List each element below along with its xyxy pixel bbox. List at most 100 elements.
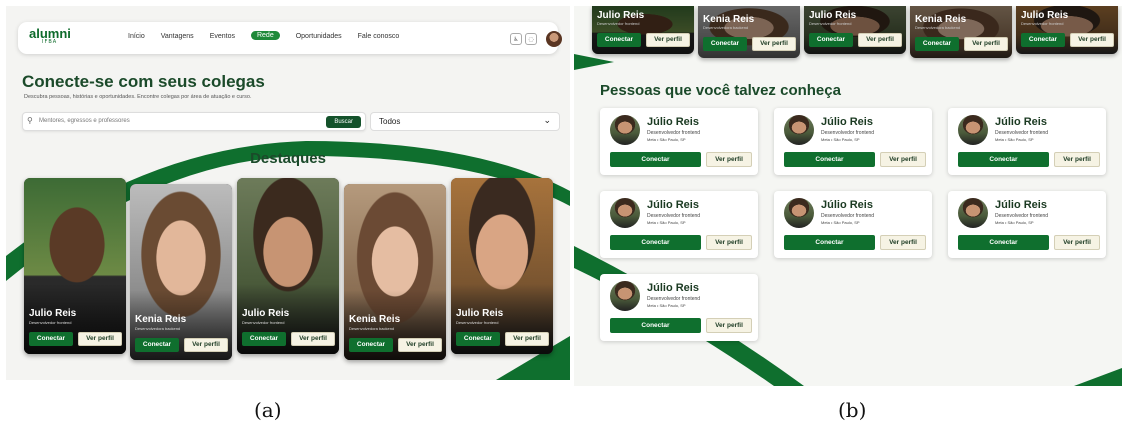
person-role: Desenvolvedor frontend [647, 296, 701, 302]
header-actions: ♿ ◌ [510, 31, 562, 47]
nav-item[interactable]: Fale conosco [358, 33, 400, 40]
person-name: Julio Reis [809, 10, 857, 21]
connect-button[interactable]: Conectar [809, 33, 853, 47]
person-role: Desenvolvedor frontend [995, 213, 1049, 219]
caption-b: (b) [838, 398, 867, 422]
connect-button[interactable]: Conectar [958, 235, 1049, 250]
page-subtitle: Descubra pessoas, histórias e oportunida… [24, 94, 252, 100]
view-profile-button[interactable]: Ver perfil [398, 338, 442, 352]
connect-button[interactable]: Conectar [784, 152, 875, 167]
person-card: Júlio Reis Desenvolvedor frontend Meta •… [774, 108, 932, 175]
connect-button[interactable]: Conectar [703, 37, 747, 51]
connect-button[interactable]: Conectar [610, 152, 701, 167]
highlight-card: Julio Reis Desenvolvedor frontend Conect… [237, 178, 339, 354]
view-profile-button[interactable]: Ver perfil [646, 33, 690, 47]
view-profile-button[interactable]: Ver perfil [291, 332, 335, 346]
person-location: Meta • São Paulo, SP [995, 137, 1034, 142]
highlight-card: Julio Reis Desenvolvedor frontend Conect… [592, 6, 694, 54]
person-role: Desenvolvedor frontend [242, 320, 285, 325]
highlight-card: Kenia Reis Desenvolvedora backend Conect… [910, 6, 1012, 58]
screenshot-network-page: alumni IFBA Início Vantagens Eventos Rede Op… [6, 6, 570, 380]
filter-select[interactable]: Todos ⌄ [370, 112, 560, 131]
person-name: Julio Reis [597, 10, 645, 21]
connect-button[interactable]: Conectar [784, 235, 875, 250]
person-location: Meta • São Paulo, SP [647, 137, 686, 142]
search-input[interactable]: Mentores, egressos e professores [39, 118, 130, 124]
highlights-title: Destaques [250, 150, 326, 167]
nav-item[interactable]: Eventos [210, 33, 235, 40]
person-role: Desenvolvedor frontend [597, 21, 640, 26]
alumni-logo[interactable]: alumni IFBA [29, 27, 71, 45]
highlight-card: Kenia Reis Desenvolvedora backend Conect… [344, 184, 446, 360]
connect-button[interactable]: Conectar [597, 33, 641, 47]
notification-icon[interactable]: ◌ [525, 33, 537, 45]
person-name: Kenia Reis [349, 314, 401, 325]
person-name: Júlio Reis [647, 199, 699, 211]
view-profile-button[interactable]: Ver perfil [78, 332, 122, 346]
highlight-card: Kenia Reis Desenvolvedora backend Conect… [698, 6, 800, 58]
person-location: Meta • São Paulo, SP [647, 220, 686, 225]
connect-button[interactable]: Conectar [29, 332, 73, 346]
connect-button[interactable]: Conectar [915, 37, 959, 51]
connect-button[interactable]: Conectar [1021, 33, 1065, 47]
avatar [958, 198, 988, 228]
search-icon: ⚲ [27, 116, 33, 125]
view-profile-button[interactable]: Ver perfil [964, 37, 1008, 51]
view-profile-button[interactable]: Ver perfil [706, 152, 752, 167]
screenshot-suggestions-page: Julio Reis Desenvolvedor frontend Conect… [574, 6, 1122, 386]
user-avatar[interactable] [546, 31, 562, 47]
person-role: Desenvolvedor frontend [1021, 21, 1064, 26]
person-location: Meta • São Paulo, SP [647, 303, 686, 308]
main-nav: Início Vantagens Eventos Rede Oportunidades F… [128, 31, 400, 40]
connect-button[interactable]: Conectar [610, 235, 701, 250]
view-profile-button[interactable]: Ver perfil [1054, 152, 1100, 167]
connect-button[interactable]: Conectar [456, 332, 500, 346]
view-profile-button[interactable]: Ver perfil [858, 33, 902, 47]
person-name: Julio Reis [1021, 10, 1069, 21]
nav-item[interactable]: Rede [250, 31, 280, 40]
search-bar: ⚲ Mentores, egressos e professores Busca… [22, 112, 366, 131]
view-profile-button[interactable]: Ver perfil [1070, 33, 1114, 47]
view-profile-button[interactable]: Ver perfil [184, 338, 228, 352]
highlight-card: Julio Reis Desenvolvedor frontend Conect… [1016, 6, 1118, 54]
person-card: Júlio Reis Desenvolvedor frontend Meta •… [600, 108, 758, 175]
person-role: Desenvolvedor frontend [647, 130, 701, 136]
nav-item[interactable]: Início [128, 33, 145, 40]
person-name: Julio Reis [29, 308, 77, 319]
view-profile-button[interactable]: Ver perfil [706, 235, 752, 250]
person-role: Desenvolvedor frontend [647, 213, 701, 219]
accessibility-icon[interactable]: ♿ [510, 33, 522, 45]
person-card: Júlio Reis Desenvolvedor frontend Meta •… [948, 108, 1106, 175]
person-role: Desenvolvedor frontend [995, 130, 1049, 136]
connect-button[interactable]: Conectar [958, 152, 1049, 167]
connect-button[interactable]: Conectar [349, 338, 393, 352]
page-title: Conecte-se com seus colegas [22, 72, 265, 91]
person-location: Meta • São Paulo, SP [821, 220, 860, 225]
view-profile-button[interactable]: Ver perfil [1054, 235, 1100, 250]
view-profile-button[interactable]: Ver perfil [752, 37, 796, 51]
connect-button[interactable]: Conectar [610, 318, 701, 333]
person-name: Júlio Reis [647, 282, 699, 294]
view-profile-button[interactable]: Ver perfil [880, 235, 926, 250]
connect-button[interactable]: Conectar [242, 332, 286, 346]
view-profile-button[interactable]: Ver perfil [505, 332, 549, 346]
avatar [610, 115, 640, 145]
person-role: Desenvolvedor frontend [809, 21, 852, 26]
avatar [610, 281, 640, 311]
top-navbar: alumni IFBA Início Vantagens Eventos Rede Op… [18, 22, 562, 54]
person-role: Desenvolvedora backend [703, 25, 749, 30]
person-role: Desenvolvedora backend [135, 326, 181, 331]
view-profile-button[interactable]: Ver perfil [706, 318, 752, 333]
person-role: Desenvolvedora backend [349, 326, 395, 331]
section-title: Pessoas que você talvez conheça [600, 82, 841, 99]
search-button[interactable]: Buscar [326, 116, 361, 128]
person-name: Júlio Reis [821, 199, 873, 211]
person-name: Júlio Reis [647, 116, 699, 128]
nav-item[interactable]: Oportunidades [296, 33, 342, 40]
view-profile-button[interactable]: Ver perfil [880, 152, 926, 167]
person-card: Júlio Reis Desenvolvedor frontend Meta •… [774, 191, 932, 258]
avatar [958, 115, 988, 145]
nav-item[interactable]: Vantagens [161, 33, 194, 40]
connect-button[interactable]: Conectar [135, 338, 179, 352]
person-name: Júlio Reis [995, 116, 1047, 128]
